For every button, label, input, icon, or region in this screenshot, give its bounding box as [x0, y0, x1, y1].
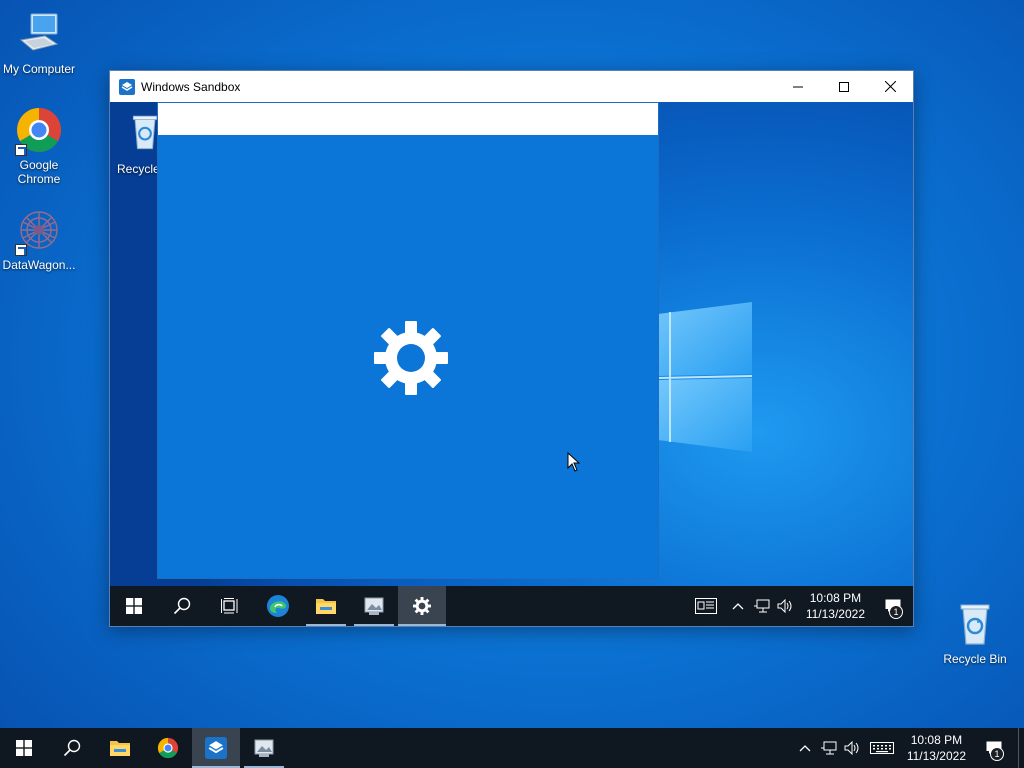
sandbox-file-explorer-button[interactable]	[302, 586, 350, 626]
touch-keyboard-button[interactable]	[865, 728, 899, 768]
sandbox-photo-viewer-button[interactable]	[350, 586, 398, 626]
sandbox-clock-date: 11/13/2022	[805, 607, 865, 621]
computer-icon	[15, 10, 63, 58]
search-icon	[63, 739, 81, 757]
chrome-button[interactable]	[144, 728, 192, 768]
sandbox-desktop[interactable]: Recycle Settings 10:08 PM 11/13/2022 1	[110, 102, 913, 626]
network-button[interactable]	[817, 728, 841, 768]
show-hidden-icons-button[interactable]	[793, 728, 817, 768]
windows-start-icon	[126, 598, 142, 614]
sandbox-taskbar: 10:08 PM 11/13/2022 1	[110, 586, 913, 626]
clock-time: 10:08 PM	[910, 733, 963, 747]
desktop-icon-label: DataWagon...	[2, 258, 76, 272]
system-tray: 10:08 PM 11/13/2022 1	[793, 728, 1024, 768]
sandbox-task-view-button[interactable]	[206, 586, 254, 626]
task-view-icon	[221, 598, 238, 614]
desktop-icon-label: My Computer	[2, 62, 76, 76]
maximize-icon	[839, 81, 849, 92]
sandbox-volume-button[interactable]	[774, 586, 798, 626]
shortcut-arrow-icon	[15, 244, 27, 256]
maximize-icon	[584, 114, 594, 124]
desktop-icon-my-computer[interactable]: My Computer	[1, 10, 77, 76]
sandbox-title-bar[interactable]: Windows Sandbox	[110, 71, 913, 102]
folder-icon	[316, 599, 336, 614]
sandbox-clock-time: 10:08 PM	[809, 591, 862, 605]
clock-date: 11/13/2022	[906, 749, 966, 763]
sandbox-action-center-button[interactable]: 1	[873, 586, 913, 626]
settings-window: Settings	[157, 102, 659, 579]
sandbox-clock[interactable]: 10:08 PM 11/13/2022	[798, 590, 873, 622]
chevron-up-icon	[732, 603, 744, 610]
notification-count-badge: 1	[990, 747, 1004, 761]
volume-icon	[777, 599, 792, 613]
mouse-cursor-icon	[567, 452, 581, 472]
settings-minimize-button[interactable]	[520, 103, 566, 135]
photo-viewer-button[interactable]	[240, 728, 288, 768]
sandbox-network-button[interactable]	[750, 586, 774, 626]
desktop-icon-label: Recycle	[117, 162, 160, 176]
close-icon	[884, 81, 896, 92]
minimize-icon	[538, 118, 548, 120]
file-explorer-button[interactable]	[96, 728, 144, 768]
chevron-up-icon	[799, 745, 811, 752]
chrome-icon	[15, 106, 63, 156]
photo-viewer-icon	[254, 739, 274, 757]
volume-icon	[844, 741, 859, 755]
sandbox-settings-button[interactable]	[398, 586, 446, 626]
chrome-icon	[157, 737, 179, 759]
windows-logo-wallpaper	[658, 302, 753, 452]
desktop-icon-datawagon[interactable]: DataWagon...	[1, 206, 77, 272]
desktop-icon-label: Recycle Bin	[943, 652, 1007, 666]
taskbar: 10:08 PM 11/13/2022 1	[0, 728, 1024, 768]
sandbox-system-tray: 10:08 PM 11/13/2022 1	[686, 586, 913, 626]
settings-close-button[interactable]	[612, 103, 658, 135]
sandbox-news-button[interactable]	[686, 586, 726, 626]
datawagon-icon	[15, 206, 63, 256]
settings-maximize-button[interactable]	[566, 103, 612, 135]
sandbox-window-title: Windows Sandbox	[141, 79, 241, 94]
edge-icon	[267, 595, 289, 617]
desktop-icon-google-chrome[interactable]: Google Chrome	[1, 106, 77, 186]
sandbox-maximize-button[interactable]	[821, 71, 867, 102]
sandbox-app-icon	[205, 737, 227, 759]
volume-button[interactable]	[841, 728, 865, 768]
photo-viewer-icon	[364, 597, 384, 615]
sandbox-minimize-button[interactable]	[775, 71, 821, 102]
settings-window-title: Settings	[170, 112, 214, 126]
minimize-icon	[793, 86, 803, 87]
gear-icon	[374, 321, 448, 395]
clock[interactable]: 10:08 PM 11/13/2022	[899, 732, 974, 764]
windows-start-icon	[16, 740, 32, 756]
desktop-icon-label: Google Chrome	[17, 158, 61, 186]
news-icon	[694, 598, 717, 614]
start-button[interactable]	[0, 728, 48, 768]
settings-title-bar[interactable]: Settings	[158, 103, 658, 135]
sandbox-show-hidden-icons-button[interactable]	[726, 586, 750, 626]
search-button[interactable]	[48, 728, 96, 768]
shortcut-arrow-icon	[15, 144, 27, 156]
gear-icon	[413, 597, 431, 615]
notification-count-badge: 1	[889, 605, 903, 619]
sandbox-close-button[interactable]	[867, 71, 913, 102]
network-icon	[753, 599, 770, 613]
sandbox-edge-button[interactable]	[254, 586, 302, 626]
show-desktop-button[interactable]	[1018, 728, 1024, 768]
folder-icon	[110, 741, 130, 756]
windows-sandbox-window: Windows Sandbox Recycle Settings 10:08 P…	[109, 70, 914, 627]
keyboard-icon	[869, 742, 894, 754]
desktop-icon-recycle-bin[interactable]: Recycle Bin	[937, 600, 1013, 666]
sandbox-app-icon	[119, 78, 135, 95]
sandbox-search-button[interactable]	[158, 586, 206, 626]
search-icon	[173, 597, 191, 615]
recycle-bin-icon	[951, 600, 999, 648]
action-center-button[interactable]: 1	[974, 728, 1014, 768]
network-icon	[820, 741, 837, 755]
close-icon	[629, 113, 641, 125]
windows-sandbox-button[interactable]	[192, 728, 240, 768]
sandbox-start-button[interactable]	[110, 586, 158, 626]
